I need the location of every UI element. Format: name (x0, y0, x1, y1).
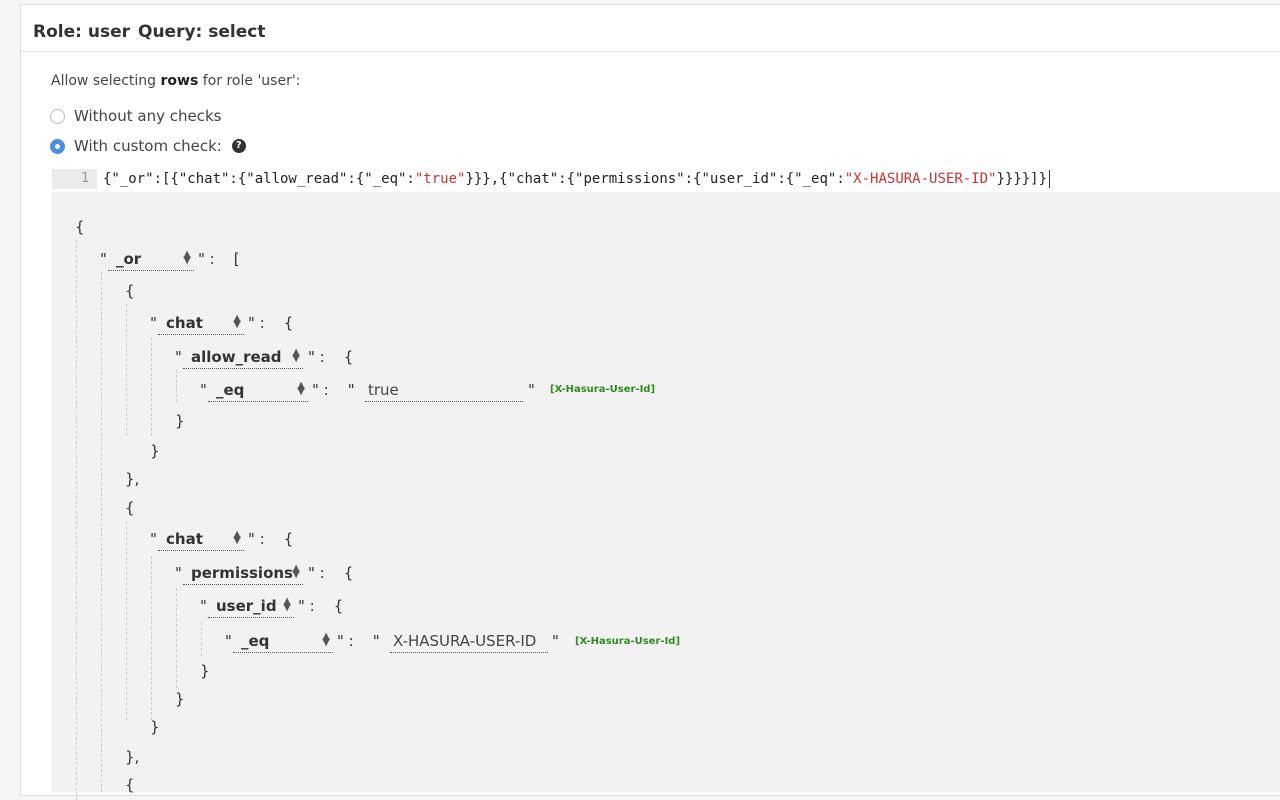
radio-button[interactable] (50, 108, 65, 124)
help-icon[interactable]: ? (231, 139, 246, 153)
indent-guide (126, 304, 127, 436)
key-selector-eq[interactable]: _eq ▲ ▼ (208, 379, 308, 402)
indent-guide (76, 240, 77, 800)
radio-without-checks[interactable]: Without any checks (50, 105, 221, 127)
value-input-allow-read[interactable]: true (365, 379, 523, 402)
session-variable-hint[interactable]: [X-Hasura-User-Id] (575, 636, 680, 647)
sort-arrows-icon: ▲ ▼ (297, 380, 305, 397)
session-variable-hint[interactable]: [X-Hasura-User-Id] (550, 384, 655, 395)
line-number: 1 (52, 169, 97, 189)
key-selector-user-id[interactable]: user_id ▲ ▼ (208, 595, 294, 618)
indent-guide (201, 622, 202, 656)
filter-builder: { " _or ▲ ▼ " : [ { " chat ▲ ▼ " : { " all… (52, 192, 1280, 800)
sort-arrows-icon: ▲ ▼ (292, 347, 300, 364)
key-selector-or[interactable]: _or ▲ ▼ (108, 248, 194, 271)
sort-arrows-icon: ▲ ▼ (283, 596, 291, 613)
indent-guide (126, 522, 127, 720)
radio-label: Without any checks (74, 107, 222, 125)
json-text[interactable]: {"_or":[{"chat":{"allow_read":{"_eq":"tr… (103, 169, 1051, 189)
key-selector-eq[interactable]: _eq ▲ ▼ (233, 630, 333, 653)
key-selector-allow-read[interactable]: allow_read ▲ ▼ (183, 346, 303, 369)
indent-guide (151, 338, 152, 436)
panel-header: Role: user Query: select (21, 5, 1280, 52)
indent-guide (151, 556, 152, 720)
sort-arrows-icon: ▲ ▼ (233, 313, 241, 330)
sort-arrows-icon: ▲ ▼ (183, 249, 191, 266)
json-editor[interactable]: 1 {"_or":[{"chat":{"allow_read":{"_eq":"… (52, 169, 1280, 190)
indent-guide (101, 272, 102, 792)
sort-arrows-icon: ▲ ▼ (322, 631, 330, 648)
permissions-panel: Role: user Query: select Allow selecting… (20, 4, 1280, 800)
sort-arrows-icon: ▲ ▼ (292, 563, 300, 580)
value-input-user-id[interactable]: X-HASURA-USER-ID (390, 630, 548, 653)
sort-arrows-icon: ▲ ▼ (233, 529, 241, 546)
radio-label: With custom check: (74, 137, 222, 155)
indent-guide (176, 588, 177, 688)
text-cursor (1049, 170, 1051, 188)
key-selector-chat[interactable]: chat ▲ ▼ (158, 312, 244, 335)
key-selector-chat[interactable]: chat ▲ ▼ (158, 528, 244, 551)
role-title: Role: user (33, 22, 130, 42)
radio-custom-check[interactable]: With custom check: ? (50, 135, 246, 157)
key-selector-permissions[interactable]: permissions ▲ ▼ (183, 562, 303, 585)
indent-guide (176, 370, 177, 402)
query-title: Query: select (138, 22, 266, 42)
allow-selecting-text: Allow selecting rows for role 'user': (51, 73, 301, 89)
radio-button[interactable] (50, 138, 65, 154)
